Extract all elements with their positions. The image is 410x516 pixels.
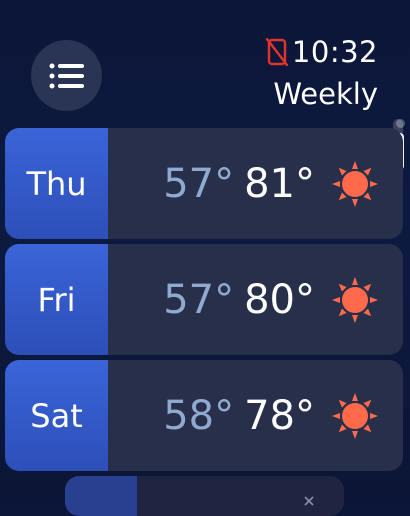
day-row-fri[interactable]: Fri 57° 80° [5, 244, 403, 355]
sun-icon [332, 392, 378, 439]
list-icon [49, 63, 84, 88]
low-temp: 57° [163, 276, 235, 323]
day-label-box [65, 476, 137, 516]
phone-disconnected-icon [265, 38, 288, 66]
status-row: 10:32 [265, 34, 378, 70]
day-row-thu[interactable]: Thu 57° 81° [5, 128, 403, 239]
sun-icon [332, 276, 378, 323]
day-label: Thu [26, 164, 87, 203]
day-label-box: Thu [5, 128, 108, 239]
low-temp: 58° [163, 392, 235, 439]
weather-icon-partial [304, 496, 314, 506]
day-label: Fri [37, 280, 76, 319]
day-row-next-partial[interactable] [65, 476, 344, 516]
page-title: Weekly [273, 77, 378, 111]
day-label-box: Sat [5, 360, 108, 471]
day-label-box: Fri [5, 244, 108, 355]
clock-time: 10:32 [291, 35, 378, 69]
high-temp: 81° [244, 160, 315, 207]
low-temp: 57° [163, 160, 235, 207]
day-row-sat[interactable]: Sat 58° 78° [5, 360, 403, 471]
temps: 57° 80° [108, 244, 403, 355]
sun-icon [332, 160, 378, 207]
status-area: 10:32 Weekly [265, 34, 378, 112]
high-temp: 78° [244, 392, 315, 439]
menu-button[interactable] [31, 40, 102, 111]
temps: 57° 81° [108, 128, 403, 239]
temps: 58° 78° [108, 360, 403, 471]
high-temp: 80° [244, 276, 315, 323]
day-label: Sat [30, 396, 83, 435]
